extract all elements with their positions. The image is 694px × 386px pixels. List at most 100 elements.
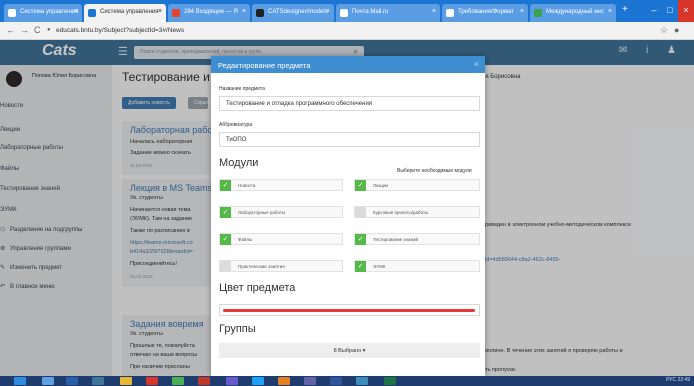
app-icon[interactable] — [146, 377, 158, 385]
teams-icon[interactable] — [304, 377, 316, 385]
tab-close-icon[interactable]: × — [326, 8, 330, 15]
taskview-icon[interactable] — [42, 377, 54, 385]
browser-tab[interactable]: Международный инс × — [530, 4, 616, 22]
language-indicator[interactable]: РУС — [666, 377, 676, 383]
module-label: Практические занятия — [238, 264, 285, 269]
github-icon — [256, 9, 264, 17]
browser-tab-bar: Система управления × Система управления × … — [0, 0, 694, 22]
color-heading: Цвет предмета — [219, 282, 296, 294]
tab-close-icon[interactable]: × — [74, 8, 78, 15]
checkbox-empty[interactable]: ✓ — [355, 207, 366, 218]
tab-favicon — [88, 9, 96, 17]
browser-tab[interactable]: Требования/Формат × — [442, 4, 528, 22]
check-icon[interactable]: ✓ — [220, 234, 231, 245]
module-toggle-labs[interactable]: ✓ Лабораторные работы — [219, 206, 343, 218]
tab-close-icon[interactable]: × — [242, 8, 246, 15]
module-label: Тестирование знаний — [373, 237, 418, 242]
check-icon[interactable]: ✓ — [220, 180, 231, 191]
new-tab-button[interactable]: + — [622, 4, 628, 15]
tab-favicon — [8, 9, 16, 17]
app-icon[interactable] — [278, 377, 290, 385]
tab-close-icon[interactable]: × — [432, 8, 436, 15]
app-icon[interactable] — [66, 377, 78, 385]
module-toggle-tests[interactable]: ✓ Тестирование знаний — [354, 233, 480, 245]
browser-tab[interactable]: 284 Входящие — Я × — [168, 4, 250, 22]
module-toggle-course-projects[interactable]: ✓ Курсовые проекты/работы — [354, 206, 480, 218]
module-toggle-practice[interactable]: ✓ Практические занятия — [219, 260, 343, 272]
profile-icon[interactable]: ● — [674, 25, 679, 35]
module-label: ЭУМК — [373, 264, 386, 269]
groups-select[interactable]: 8 Выбрано ▾ — [219, 343, 480, 358]
module-label: Лабораторные работы — [238, 210, 286, 215]
module-label: Новости — [238, 183, 256, 188]
groups-heading: Группы — [219, 323, 256, 335]
module-toggle-eumk[interactable]: ✓ ЭУМК — [354, 260, 480, 272]
module-toggle-news[interactable]: ✓ Новости — [219, 179, 343, 191]
checkbox-empty[interactable]: ✓ — [220, 261, 231, 272]
mail-icon — [172, 9, 180, 17]
bookmark-star-icon[interactable]: ☆ — [660, 25, 668, 36]
address-bar: ← → C ● educats.bntu.by/Subject?subjectI… — [0, 22, 694, 40]
window-controls: – □ × — [646, 0, 694, 22]
tab-label: Почта Mail.ru — [352, 9, 389, 15]
tab-label: Система управления — [20, 9, 79, 15]
url-field[interactable]: educats.bntu.by/Subject?subjectId=3#/New… — [56, 27, 184, 34]
maximize-icon[interactable]: □ — [662, 0, 678, 22]
app-icon[interactable] — [226, 377, 238, 385]
edit-subject-dialog: Редактирование предмета × Название предм… — [211, 56, 485, 376]
subject-name-field[interactable]: Тестирование и отладка программного обес… — [219, 96, 480, 111]
taskbar: РУС 22:49 — [0, 376, 694, 386]
modules-hint: Выберите необходимые модули — [397, 168, 472, 174]
module-toggle-lectures[interactable]: ✓ Лекции — [354, 179, 480, 191]
doc-icon — [446, 9, 454, 17]
browser-tab[interactable]: Почта Mail.ru × — [336, 4, 440, 22]
windows-start-icon[interactable] — [14, 377, 26, 385]
abbreviation-field[interactable]: ТиОПО — [219, 132, 480, 147]
subject-color-picker[interactable] — [219, 304, 480, 316]
skype-icon[interactable] — [252, 377, 264, 385]
abbreviation-label: Аббревиатура — [219, 122, 253, 128]
system-tray[interactable]: РУС 22:49 — [666, 377, 690, 383]
browser-tab[interactable]: Система управления × — [4, 4, 82, 22]
back-icon[interactable]: ← — [6, 25, 15, 35]
dialog-header: Редактирование предмета × — [211, 56, 485, 73]
clock[interactable]: 22:49 — [677, 377, 690, 383]
tab-label: CATSdesigner/models — [268, 9, 328, 15]
tab-close-icon[interactable]: × — [608, 8, 612, 15]
tab-label: Система управления — [100, 9, 159, 15]
reload-icon[interactable]: C — [34, 25, 41, 35]
check-icon[interactable]: ✓ — [355, 180, 366, 191]
modules-heading: Модули — [219, 157, 259, 169]
minimize-icon[interactable]: – — [646, 0, 662, 22]
excel-icon[interactable] — [384, 377, 396, 385]
color-swatch — [223, 309, 475, 312]
explorer-icon[interactable] — [120, 377, 132, 385]
close-window-icon[interactable]: × — [678, 0, 694, 22]
check-icon[interactable]: ✓ — [220, 207, 231, 218]
tab-close-icon[interactable]: × — [158, 8, 162, 15]
subject-name-label: Название предмета — [219, 86, 265, 92]
app-icon[interactable] — [198, 377, 210, 385]
mail-icon — [340, 9, 348, 17]
module-label: Файлы — [238, 237, 253, 242]
module-label: Лекции — [373, 183, 389, 188]
browser-tab-active[interactable]: Система управления × — [84, 4, 166, 22]
close-icon[interactable]: × — [474, 59, 479, 69]
app-icon[interactable] — [92, 377, 104, 385]
tab-label: Международный инс — [546, 9, 604, 15]
check-icon[interactable]: ✓ — [355, 261, 366, 272]
module-toggle-files[interactable]: ✓ Файлы — [219, 233, 343, 245]
tab-close-icon[interactable]: × — [520, 8, 524, 15]
globe-icon — [534, 9, 542, 17]
forward-icon[interactable]: → — [20, 25, 29, 35]
dialog-title: Редактирование предмета — [218, 61, 311, 70]
chrome-icon[interactable] — [172, 377, 184, 385]
word-icon[interactable] — [330, 377, 342, 385]
secure-lock-icon: ● — [47, 27, 51, 33]
check-icon[interactable]: ✓ — [355, 234, 366, 245]
browser-tab[interactable]: CATSdesigner/models × — [252, 4, 334, 22]
module-label: Курсовые проекты/работы — [373, 210, 429, 215]
tab-label: 284 Входящие — Я — [184, 9, 238, 15]
tab-label: Требования/Формат — [458, 9, 515, 15]
app-icon[interactable] — [356, 377, 368, 385]
